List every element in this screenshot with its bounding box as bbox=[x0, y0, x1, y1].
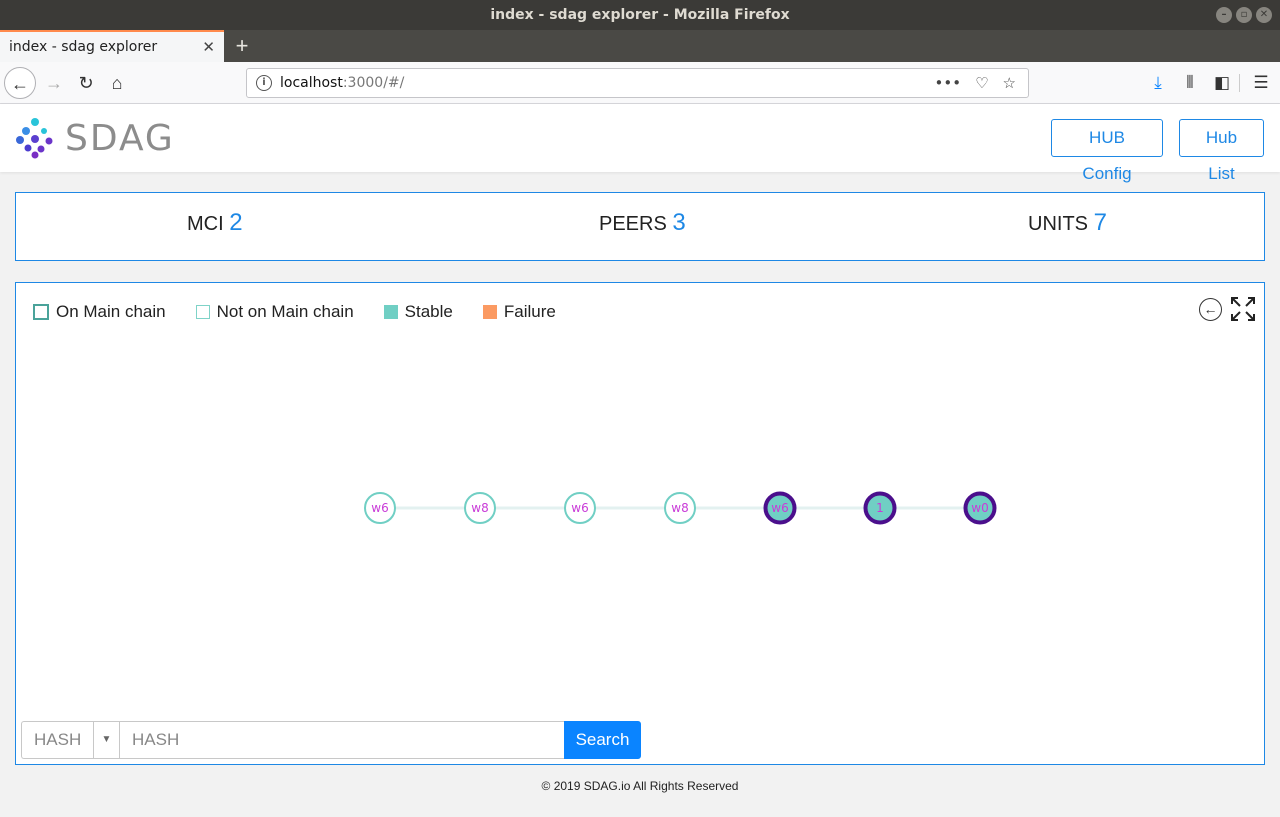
pocket-icon[interactable]: ♡ bbox=[975, 74, 988, 92]
home-icon[interactable]: ⌂ bbox=[101, 67, 133, 99]
stats-panel: MCI 2 PEERS 3 UNITS 7 bbox=[15, 192, 1265, 261]
dag-graph[interactable]: w6 w8 w6 w8 w6 1 w0 bbox=[16, 283, 1264, 764]
toolbar-separator bbox=[1239, 74, 1240, 92]
legend-stable: Stable bbox=[383, 302, 453, 322]
sidebar-icon[interactable]: ◧ bbox=[1207, 67, 1237, 99]
stat-units-label: UNITS bbox=[1028, 213, 1088, 235]
failure-swatch bbox=[482, 305, 497, 319]
forward-icon[interactable]: → bbox=[38, 67, 70, 99]
tab-close-icon[interactable]: ✕ bbox=[202, 38, 215, 56]
dag-node[interactable]: w6 bbox=[564, 492, 596, 524]
bookmark-star-icon[interactable]: ☆ bbox=[1003, 74, 1016, 92]
downloads-icon[interactable]: ⤓ bbox=[1143, 67, 1173, 99]
stable-swatch bbox=[383, 305, 398, 319]
stat-mci-value: 2 bbox=[229, 209, 243, 236]
search-type-select[interactable]: HASH bbox=[21, 721, 93, 759]
window-titlebar: index - sdag explorer - Mozilla Firefox … bbox=[0, 0, 1280, 30]
chevron-down-icon[interactable]: ▼ bbox=[93, 721, 120, 759]
graph-back-icon[interactable]: ← bbox=[1199, 298, 1222, 321]
tab-title: index - sdag explorer bbox=[9, 39, 158, 55]
dag-node-label: 1 bbox=[876, 501, 884, 515]
menu-icon[interactable]: ☰ bbox=[1246, 67, 1276, 99]
legend-stable-label: Stable bbox=[404, 302, 453, 321]
stat-peers-value: 3 bbox=[672, 209, 686, 236]
new-tab-icon[interactable]: + bbox=[230, 32, 254, 60]
dag-node-label: w8 bbox=[671, 501, 688, 515]
browser-tab[interactable]: index - sdag explorer ✕ bbox=[0, 30, 224, 62]
dag-node[interactable]: w8 bbox=[664, 492, 696, 524]
dag-node-label: w8 bbox=[471, 501, 488, 515]
site-info-icon[interactable]: i bbox=[256, 75, 272, 91]
stat-units: UNITS 7 bbox=[1028, 209, 1107, 237]
dag-node-label: w0 bbox=[971, 501, 988, 515]
window-title: index - sdag explorer - Mozilla Firefox bbox=[490, 7, 790, 23]
legend-failure: Failure bbox=[482, 302, 556, 322]
dag-node[interactable]: w6 bbox=[364, 492, 396, 524]
dag-graph-panel: w6 w8 w6 w8 w6 1 w0 On Main chain Not on Main … bbox=[15, 282, 1265, 765]
stat-peers-label: PEERS bbox=[599, 213, 667, 235]
url-path: :3000/#/ bbox=[342, 75, 405, 91]
legend-main-chain: On Main chain bbox=[33, 302, 166, 322]
library-icon[interactable]: ⫴ bbox=[1175, 67, 1205, 99]
dag-node[interactable]: w0 bbox=[963, 491, 997, 525]
app-header: SDAG HUB Config Hub List bbox=[0, 104, 1280, 183]
legend-not-main-chain-label: Not on Main chain bbox=[216, 302, 354, 321]
search-input[interactable] bbox=[120, 721, 564, 759]
url-host: localhost bbox=[280, 75, 343, 91]
legend: On Main chain Not on Main chain Stable F… bbox=[33, 302, 586, 322]
footer: © 2019 SDAG.io All Rights Reserved bbox=[541, 779, 739, 793]
stat-units-value: 7 bbox=[1093, 209, 1107, 236]
close-window-icon[interactable]: ✕ bbox=[1256, 7, 1272, 23]
stat-peers: PEERS 3 bbox=[599, 209, 686, 237]
url-bar[interactable]: i localhost:3000/#/ ••• ♡ ☆ bbox=[246, 68, 1029, 98]
hub-config-button[interactable]: HUB Config bbox=[1051, 119, 1163, 183]
search-bar: HASH ▼ Search bbox=[21, 721, 641, 759]
hub-list-button[interactable]: Hub List bbox=[1179, 119, 1264, 183]
window-controls: – ▫ ✕ bbox=[1216, 7, 1272, 23]
sdag-logo-icon bbox=[16, 118, 53, 159]
dag-node[interactable]: w8 bbox=[464, 492, 496, 524]
tab-strip: index - sdag explorer ✕ + bbox=[0, 30, 1280, 62]
logo[interactable]: SDAG bbox=[15, 117, 175, 159]
not-main-chain-swatch bbox=[195, 305, 210, 319]
dag-node-label: w6 bbox=[371, 501, 388, 515]
stat-mci-label: MCI bbox=[187, 213, 224, 235]
minimize-icon[interactable]: – bbox=[1216, 7, 1232, 23]
legend-not-main-chain: Not on Main chain bbox=[195, 302, 354, 322]
dag-node-label: w6 bbox=[771, 501, 788, 515]
fullscreen-icon[interactable] bbox=[1230, 296, 1256, 322]
dag-node[interactable]: w6 bbox=[763, 491, 797, 525]
legend-failure-label: Failure bbox=[503, 302, 556, 321]
legend-main-chain-label: On Main chain bbox=[56, 302, 166, 321]
nav-bar: ← → ↻ ⌂ i localhost:3000/#/ ••• ♡ ☆ ⤓ ⫴ … bbox=[0, 62, 1280, 104]
maximize-icon[interactable]: ▫ bbox=[1236, 7, 1252, 23]
dag-node-label: w6 bbox=[571, 501, 588, 515]
url-text: localhost:3000/#/ bbox=[280, 75, 404, 91]
reload-icon[interactable]: ↻ bbox=[70, 67, 102, 99]
url-actions: ••• ♡ ☆ bbox=[935, 74, 1016, 92]
search-button[interactable]: Search bbox=[564, 721, 641, 759]
dag-node[interactable]: 1 bbox=[863, 491, 897, 525]
main-chain-swatch bbox=[33, 304, 49, 320]
logo-text: SDAG bbox=[65, 117, 175, 159]
page-actions-icon[interactable]: ••• bbox=[935, 74, 962, 92]
back-icon[interactable]: ← bbox=[4, 67, 36, 99]
stat-mci: MCI 2 bbox=[187, 209, 243, 237]
